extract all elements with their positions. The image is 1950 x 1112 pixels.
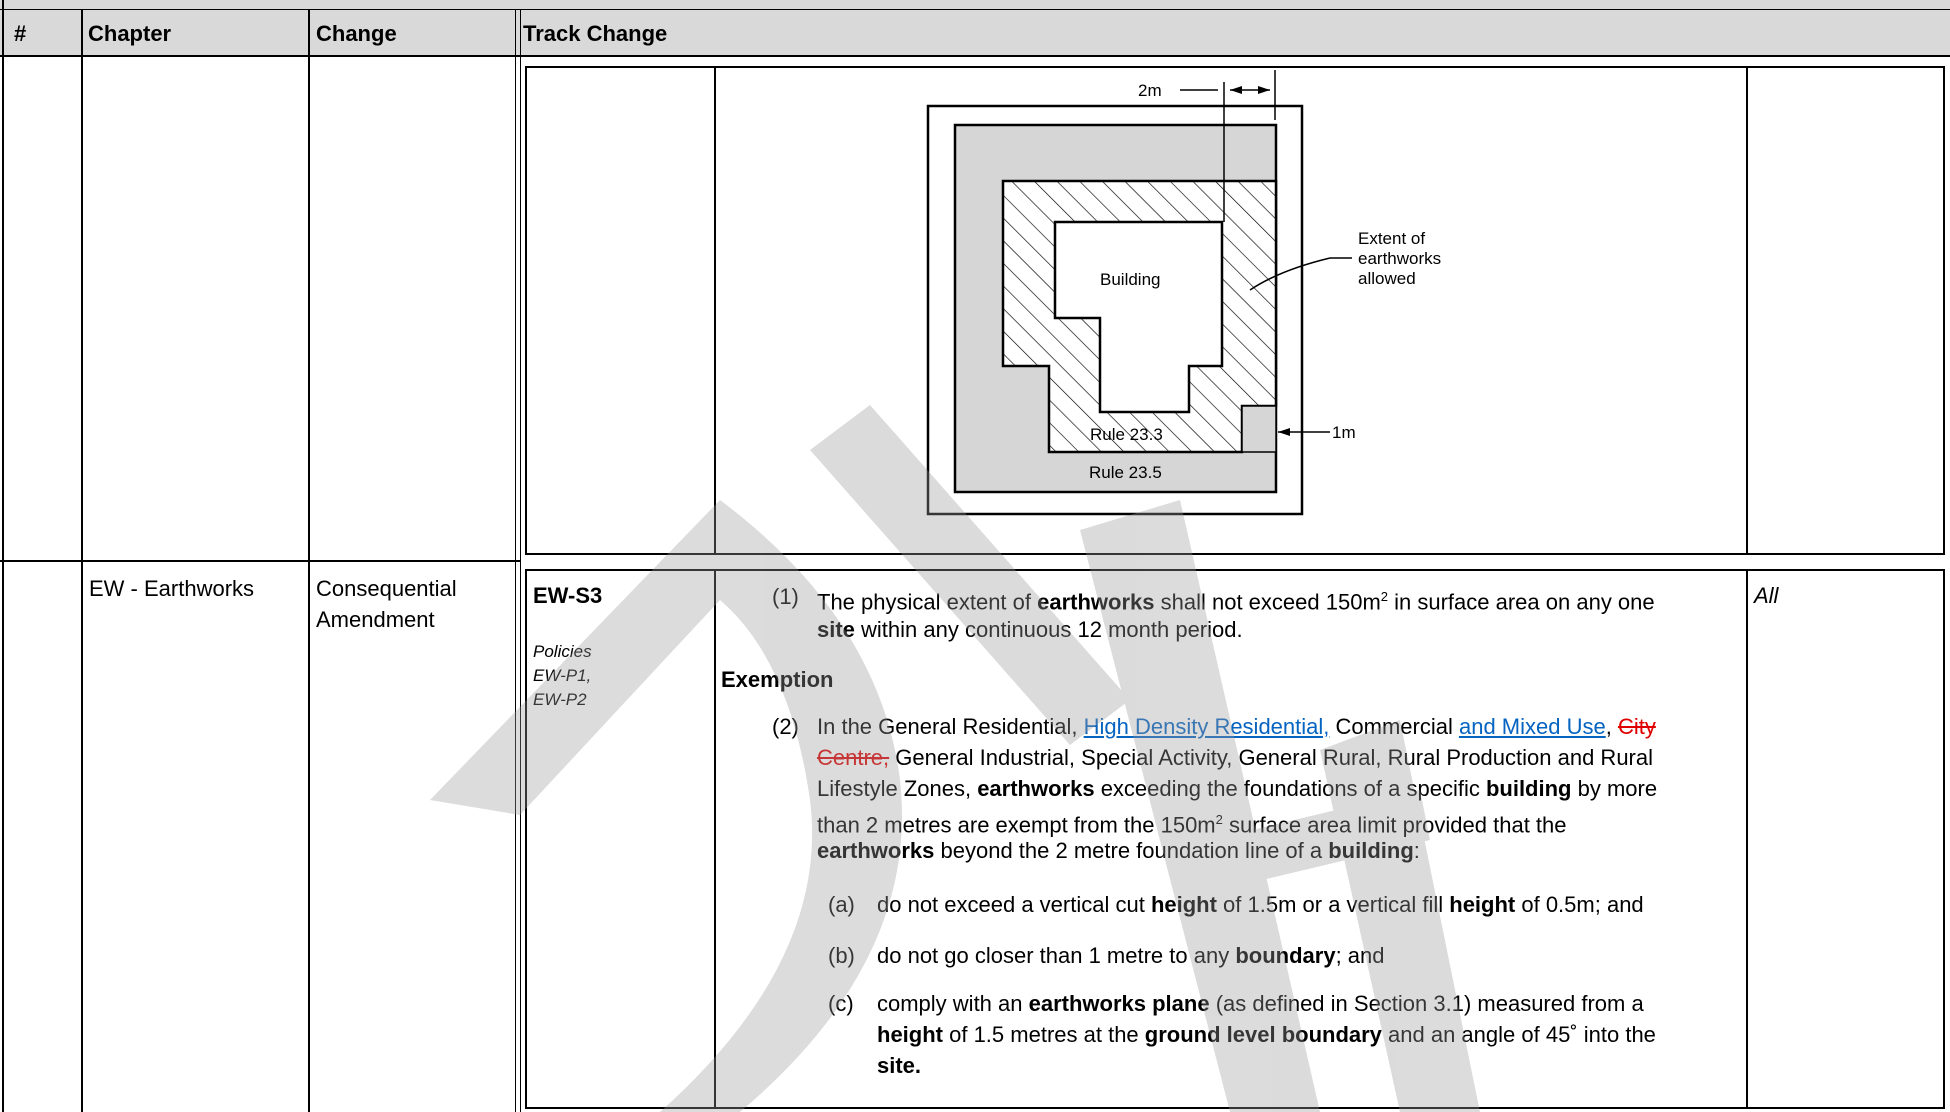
applies-all: All [1754, 583, 1779, 608]
subclause-b-text: do not go closer than 1 metre to any bou… [877, 943, 1385, 968]
policies-line-2: EW-P1, [533, 666, 592, 685]
clause-1-line-1: The physical extent of earthworks shall … [817, 589, 1655, 615]
rule-23-3-label: Rule 23.3 [1090, 425, 1163, 444]
subclause-c-line-3: site. [877, 1053, 922, 1078]
subclause-c-line-1: comply with an earthworks plane (as defi… [877, 991, 1644, 1016]
inner-col-divider [714, 569, 716, 1109]
top-border [0, 0, 1950, 10]
clause-1-number: (1) [772, 584, 799, 609]
clause-2-line-1: In the General Residential, High Density… [817, 714, 1656, 739]
header-track-change: Track Change [523, 21, 668, 46]
header-num: # [14, 21, 27, 46]
change-cell-line2: Amendment [316, 607, 435, 632]
rule-23-5-label: Rule 23.5 [1089, 463, 1162, 482]
inserted-text: and Mixed Use [1458, 714, 1606, 739]
subclause-a-text: do not exceed a vertical cut height of 1… [877, 892, 1644, 917]
earthworks-diagram: 2m 1m Extent of earthworks allowed Build… [926, 70, 1441, 516]
subclause-b-number: (b) [828, 943, 855, 968]
extent-label-3: allowed [1358, 269, 1416, 288]
change-cell-line1: Consequential [316, 576, 457, 601]
dim-2m: 2m [1138, 81, 1162, 100]
inner-col-divider [1746, 66, 1748, 555]
inner-col-divider [1746, 569, 1748, 1109]
header-change: Change [316, 21, 397, 46]
policies-line-3: EW-P2 [533, 690, 587, 709]
clause-2-number: (2) [772, 714, 799, 739]
subclause-c-line-2: height of 1.5 metres at the ground level… [877, 1022, 1656, 1047]
inserted-text: High Density Residential, [1083, 714, 1330, 739]
clause-2-line-5: earthworks beyond the 2 metre foundation… [817, 838, 1420, 863]
deleted-text: City [1617, 714, 1656, 739]
deleted-text: Centre, [817, 745, 890, 770]
subclause-a-number: (a) [828, 892, 855, 917]
rule-code: EW-S3 [533, 583, 603, 608]
col-divider [2, 0, 4, 1112]
extent-label-2: earthworks [1358, 249, 1441, 268]
chapter-cell: EW - Earthworks [89, 576, 255, 601]
extent-label-1: Extent of [1358, 229, 1425, 248]
clause-2-line-2: Centre, General Industrial, Special Acti… [817, 745, 1654, 770]
header-chapter: Chapter [88, 21, 172, 46]
inner-col-divider [714, 66, 716, 555]
table-header: # Chapter Change Track Change [0, 10, 1950, 57]
clause-2-line-3: Lifestyle Zones, earthworks exceeding th… [817, 776, 1658, 801]
row-divider [0, 560, 520, 562]
building-label: Building [1100, 270, 1161, 289]
subclause-c-number: (c) [828, 991, 854, 1016]
dim-1m: 1m [1332, 423, 1356, 442]
policies-line-1: Policies [533, 642, 592, 661]
clause-1-line-2: site within any continuous 12 month peri… [817, 617, 1243, 642]
exemption-heading: Exemption [721, 667, 834, 692]
